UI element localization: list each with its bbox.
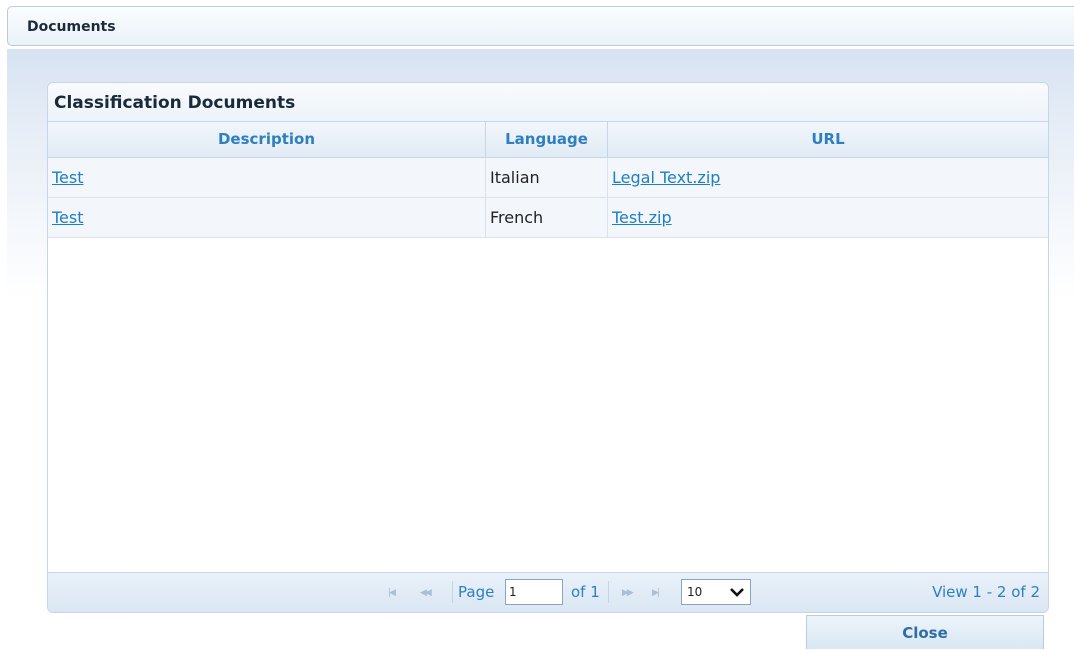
record-count-label: View 1 - 2 of 2 — [932, 583, 1040, 601]
url-link[interactable]: Legal Text.zip — [612, 168, 720, 187]
language-cell: French — [486, 198, 608, 238]
url-link[interactable]: Test.zip — [612, 208, 672, 227]
language-cell: Italian — [486, 158, 608, 198]
rows-per-page-value: 10 — [687, 585, 703, 599]
first-page-icon[interactable]: |◀ — [388, 588, 396, 598]
url-cell: Test.zip — [608, 198, 1048, 238]
close-button[interactable]: Close — [806, 615, 1044, 649]
pager-separator — [608, 581, 609, 603]
description-cell: Test — [48, 158, 486, 198]
next-page-icon[interactable]: ▶▶ — [622, 588, 634, 598]
page-count-label: of 1 — [571, 583, 600, 601]
page-number-input[interactable] — [505, 579, 563, 605]
table-row[interactable]: Test Italian Legal Text.zip — [48, 158, 1048, 198]
description-link[interactable]: Test — [52, 168, 84, 187]
rows-per-page-select[interactable]: 10 — [681, 579, 751, 605]
panel-caption: Classification Documents — [48, 83, 1048, 121]
panel-title: Classification Documents — [54, 93, 296, 113]
table-row[interactable]: Test French Test.zip — [48, 198, 1048, 238]
last-page-icon[interactable]: ▶| — [652, 588, 660, 598]
url-cell: Legal Text.zip — [608, 158, 1048, 198]
column-header-url[interactable]: URL — [608, 122, 1048, 157]
window-title: Documents — [27, 19, 116, 35]
description-link[interactable]: Test — [52, 208, 84, 227]
chevron-down-icon — [730, 588, 744, 597]
documents-grid-panel: Classification Documents Description Lan… — [47, 82, 1049, 613]
description-cell: Test — [48, 198, 486, 238]
grid-pager: |◀ ◀◀ Page of 1 ▶▶ ▶| 10 View 1 - 2 of 2 — [48, 572, 1048, 612]
column-header-description[interactable]: Description — [48, 122, 486, 157]
page-label: Page — [458, 583, 495, 601]
grid-header: Description Language URL — [48, 121, 1048, 158]
prev-page-icon[interactable]: ◀◀ — [420, 588, 432, 598]
window-titlebar: Documents — [7, 6, 1074, 46]
pager-separator — [452, 581, 453, 603]
column-header-language[interactable]: Language — [486, 122, 608, 157]
grid-body: Test Italian Legal Text.zip Test French … — [48, 158, 1048, 572]
